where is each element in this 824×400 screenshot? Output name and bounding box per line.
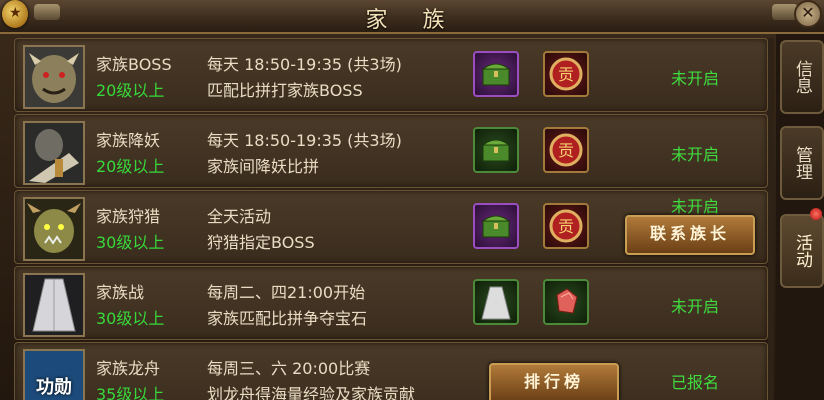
event-description: 划龙舟得海量经验及家族贡献	[207, 385, 416, 400]
contribution-badge-icon[interactable]: 贡	[543, 203, 589, 249]
event-time: 每周二、四21:00开始	[207, 283, 366, 302]
svg-text:贡: 贡	[558, 141, 574, 160]
red-gem-icon[interactable]	[543, 279, 589, 325]
event-row-hunt[interactable]: 家族狩猎 30级以上 全天活动 狩猎指定BOSS 贡 未开启 联系族长	[14, 190, 768, 264]
treasure-chest-icon[interactable]	[473, 127, 519, 173]
scrollbar[interactable]	[768, 38, 774, 400]
event-time: 每天 18:50-19:35 (共3场)	[207, 131, 402, 150]
event-status: 未开启	[670, 197, 719, 216]
title-bar: ★ 家 族 ✕	[0, 0, 824, 34]
contribution-badge-icon[interactable]: 贡	[543, 51, 589, 97]
event-time: 全天活动	[207, 207, 272, 226]
event-status: 未开启	[670, 69, 719, 88]
event-status: 已报名	[670, 373, 719, 392]
event-description: 匹配比拼打家族BOSS	[207, 81, 363, 100]
event-row-dragonboat[interactable]: 功勋 家族龙舟 35级以上 每周三、六 20:00比赛 划龙舟得海量经验及家族贡…	[14, 342, 768, 400]
game-window: ★ 家 族 ✕ 家族BOSS 20级以上 每天 18:50-19:35 (共3场…	[0, 0, 824, 400]
tab-info[interactable]: 信息	[780, 40, 824, 114]
event-status: 未开启	[670, 297, 719, 316]
merit-portrait: 功勋	[23, 349, 85, 400]
event-time: 每周三、六 20:00比赛	[207, 359, 371, 378]
level-requirement: 20级以上	[96, 157, 165, 176]
side-tab-bar: 信息 管理 活动	[776, 34, 824, 400]
event-description: 家族匹配比拼争夺宝石	[207, 309, 368, 328]
event-row-boss[interactable]: 家族BOSS 20级以上 每天 18:50-19:35 (共3场) 匹配比拼打家…	[14, 38, 768, 112]
tab-management[interactable]: 管理	[780, 126, 824, 200]
white-robe-icon[interactable]	[473, 279, 519, 325]
event-name: 家族降妖	[96, 131, 161, 150]
event-description: 狩猎指定BOSS	[207, 233, 315, 252]
contact-leader-button[interactable]: 联系族长	[625, 215, 755, 255]
event-time: 每天 18:50-19:35 (共3场)	[207, 55, 402, 74]
boss-portrait	[23, 45, 85, 109]
contribution-badge-icon[interactable]: 贡	[543, 127, 589, 173]
svg-text:贡: 贡	[558, 65, 574, 84]
treasure-chest-icon[interactable]	[473, 51, 519, 97]
level-requirement: 30级以上	[96, 233, 165, 252]
treasure-chest-icon[interactable]	[473, 203, 519, 249]
close-button[interactable]: ✕	[794, 0, 822, 28]
leaderboard-button[interactable]: 排行榜	[489, 363, 619, 400]
level-requirement: 35级以上	[96, 385, 165, 400]
notification-dot-icon	[810, 208, 822, 220]
event-name: 家族BOSS	[96, 55, 172, 74]
event-status: 未开启	[670, 145, 719, 164]
event-name: 家族狩猎	[96, 207, 161, 226]
event-name: 家族战	[96, 283, 145, 302]
event-list: 家族BOSS 20级以上 每天 18:50-19:35 (共3场) 匹配比拼打家…	[14, 38, 774, 400]
robe-portrait	[23, 273, 85, 337]
event-name: 家族龙舟	[96, 359, 161, 378]
level-requirement: 30级以上	[96, 309, 165, 328]
svg-text:贡: 贡	[558, 217, 574, 236]
tab-activities[interactable]: 活动	[780, 214, 824, 288]
orc-portrait	[23, 197, 85, 261]
warrior-portrait	[23, 121, 85, 185]
level-requirement: 20级以上	[96, 81, 165, 100]
event-description: 家族间降妖比拼	[207, 157, 320, 176]
event-row-war[interactable]: 家族战 30级以上 每周二、四21:00开始 家族匹配比拼争夺宝石 未开启	[14, 266, 768, 340]
window-title: 家 族	[365, 8, 459, 33]
merit-label: 功勋	[36, 377, 72, 398]
event-row-demon[interactable]: 家族降妖 20级以上 每天 18:50-19:35 (共3场) 家族间降妖比拼 …	[14, 114, 768, 188]
